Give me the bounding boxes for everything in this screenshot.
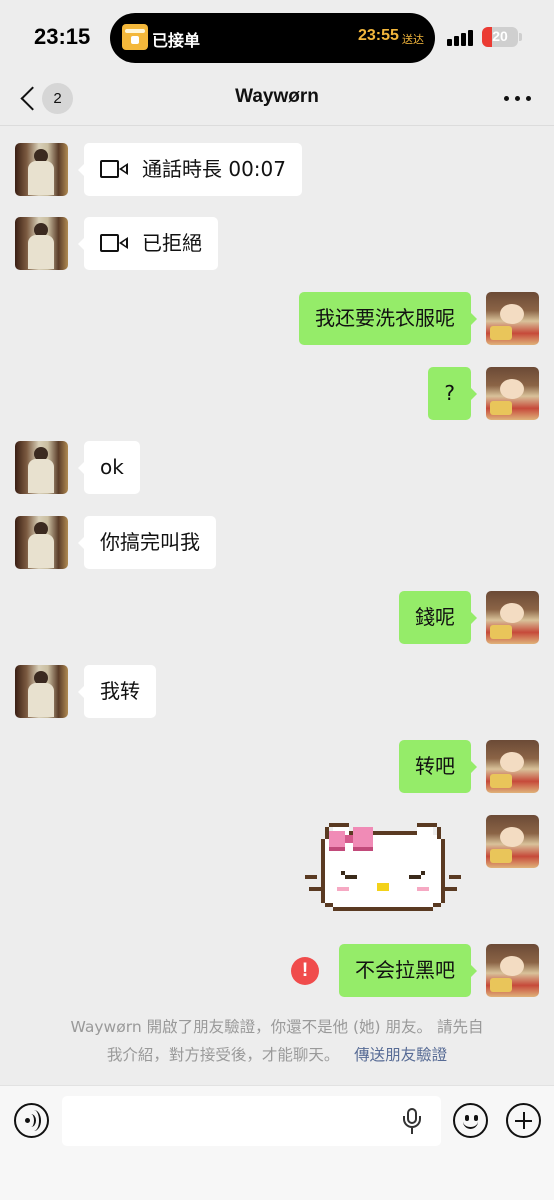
chat-header: 2 Waywørn — [0, 74, 554, 126]
message-bubble-incoming[interactable]: 已拒絕 — [78, 217, 218, 270]
message-bubble-outgoing[interactable]: 转吧 — [399, 740, 477, 793]
contact-avatar[interactable] — [15, 217, 68, 270]
message-text: 不会拉黑吧 — [355, 958, 455, 982]
my-avatar[interactable] — [486, 815, 539, 868]
status-bar: 23:15 已接单 23:55 送达 20 — [0, 0, 554, 74]
message-text: 錢呢 — [415, 605, 455, 629]
message-input[interactable] — [62, 1096, 441, 1146]
my-avatar[interactable] — [486, 591, 539, 644]
message-bubble-outgoing[interactable]: 我还要洗衣服呢 — [299, 292, 477, 345]
more-dot-icon — [504, 96, 509, 101]
message-bubble-incoming[interactable]: 通話時長 00:07 — [78, 143, 302, 196]
more-dot-icon — [526, 96, 531, 101]
message-text: 我转 — [100, 679, 140, 703]
live-activity-island[interactable]: 已接单 23:55 送达 — [110, 13, 435, 63]
video-call-icon — [100, 233, 128, 252]
message-text: 已拒絕 — [142, 231, 202, 255]
voice-input-button[interactable] — [14, 1103, 49, 1138]
message-text: 转吧 — [415, 754, 455, 778]
notice-text: 我介紹，對方接受後，才能聊天。 — [106, 1046, 340, 1064]
live-activity-eta: 23:55 — [358, 27, 399, 44]
my-avatar[interactable] — [486, 740, 539, 793]
status-clock: 23:15 — [34, 24, 91, 49]
my-avatar[interactable] — [486, 944, 539, 997]
message-bubble-incoming[interactable]: 你搞完叫我 — [78, 516, 216, 569]
battery-tip — [519, 33, 522, 41]
message-text: 你搞完叫我 — [100, 530, 200, 554]
message-text: 通話時長 00:07 — [142, 157, 286, 181]
my-avatar[interactable] — [486, 367, 539, 420]
message-bubble-incoming[interactable]: 我转 — [78, 665, 156, 718]
input-bar — [0, 1085, 554, 1200]
contact-avatar[interactable] — [15, 516, 68, 569]
video-call-icon — [100, 159, 128, 178]
more-options-button[interactable] — [504, 88, 532, 108]
chat-title: Waywørn — [235, 86, 319, 107]
more-dot-icon — [515, 96, 520, 101]
live-activity-eta-suffix: 送达 — [402, 33, 424, 46]
contact-avatar[interactable] — [15, 143, 68, 196]
hello-kitty-sticker[interactable] — [305, 815, 465, 927]
contact-avatar[interactable] — [15, 665, 68, 718]
message-list[interactable]: 通話時長 00:07 已拒絕 我还要洗衣服呢 ? ok 你搞完叫我 錢呢 我转 … — [0, 127, 554, 1085]
message-text: ? — [444, 381, 455, 405]
notice-line-1: Waywørn 開啟了朋友驗證，你還不是他 (她) 朋友。 請先自 — [70, 1018, 484, 1036]
more-functions-button[interactable] — [506, 1103, 541, 1138]
battery-level: 20 — [492, 28, 508, 44]
send-failed-icon[interactable]: ! — [291, 957, 319, 985]
message-bubble-outgoing[interactable]: 錢呢 — [399, 591, 477, 644]
emoji-button[interactable] — [453, 1103, 488, 1138]
my-avatar[interactable] — [486, 292, 539, 345]
contact-avatar[interactable] — [15, 441, 68, 494]
mic-icon[interactable] — [402, 1108, 422, 1136]
message-text: 我还要洗衣服呢 — [315, 306, 455, 330]
friend-verification-notice: Waywørn 開啟了朋友驗證，你還不是他 (她) 朋友。 請先自 我介紹，對方… — [30, 1013, 524, 1069]
notice-line-2: 我介紹，對方接受後，才能聊天。 傳送朋友驗證 — [30, 1041, 524, 1069]
message-bubble-incoming[interactable]: ok — [78, 441, 140, 494]
message-bubble-outgoing[interactable]: 不会拉黑吧 — [339, 944, 477, 997]
message-bubble-outgoing[interactable]: ? — [428, 367, 477, 420]
delivery-box-icon — [122, 24, 148, 50]
live-activity-label: 已接单 — [152, 31, 201, 50]
send-friend-verification-link[interactable]: 傳送朋友驗證 — [354, 1046, 447, 1064]
cellular-signal-icon — [447, 30, 475, 46]
message-text: ok — [100, 455, 124, 479]
battery-icon: 20 — [482, 27, 518, 47]
